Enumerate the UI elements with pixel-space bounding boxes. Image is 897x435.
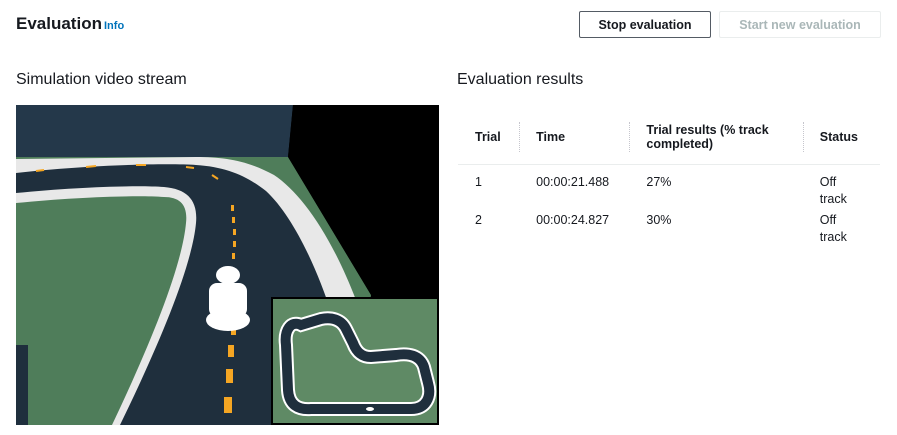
time-cell: 00:00:21.488 xyxy=(536,175,610,189)
simulation-video-stream xyxy=(16,105,439,425)
table-row: 1 00:00:21.488 27% Off track xyxy=(458,165,880,209)
column-header-trial-results-label: Trial results (% track completed) xyxy=(646,123,769,151)
trial-result-cell: 27% xyxy=(646,175,672,189)
table-row: 2 00:00:24.827 30% Off track xyxy=(458,208,880,252)
simulation-video-title: Simulation video stream xyxy=(16,71,187,88)
column-header-trial-results[interactable]: Trial results (% track completed) xyxy=(629,110,803,165)
column-separator xyxy=(802,122,804,152)
column-header-status-label: Status xyxy=(819,130,858,144)
column-separator xyxy=(519,122,521,152)
evaluation-results-table: Trial Time Trial results (% track comple… xyxy=(458,110,880,252)
status-text: Off track xyxy=(819,213,847,244)
trial-cell: 2 xyxy=(475,213,482,227)
column-header-time[interactable]: Time xyxy=(519,110,630,165)
start-new-evaluation-button: Start new evaluation xyxy=(719,11,881,38)
status-text: Off track xyxy=(819,175,847,206)
trial-cell: 1 xyxy=(475,175,482,189)
status-cell: Off track xyxy=(803,165,880,209)
time-cell: 00:00:24.827 xyxy=(536,213,610,227)
column-separator xyxy=(629,122,631,152)
column-header-time-label: Time xyxy=(536,130,566,144)
evaluation-results-title: Evaluation results xyxy=(457,71,584,88)
stop-evaluation-button[interactable]: Stop evaluation xyxy=(579,11,711,38)
column-header-status[interactable]: Status xyxy=(802,110,880,165)
info-link[interactable]: Info xyxy=(104,20,124,32)
status-cell: Off track xyxy=(803,208,880,252)
column-header-trial[interactable]: Trial xyxy=(458,110,520,165)
page-title: Evaluation xyxy=(16,14,102,33)
trial-result-cell: 30% xyxy=(646,213,672,227)
table-header-row: Trial Time Trial results (% track comple… xyxy=(458,110,880,165)
